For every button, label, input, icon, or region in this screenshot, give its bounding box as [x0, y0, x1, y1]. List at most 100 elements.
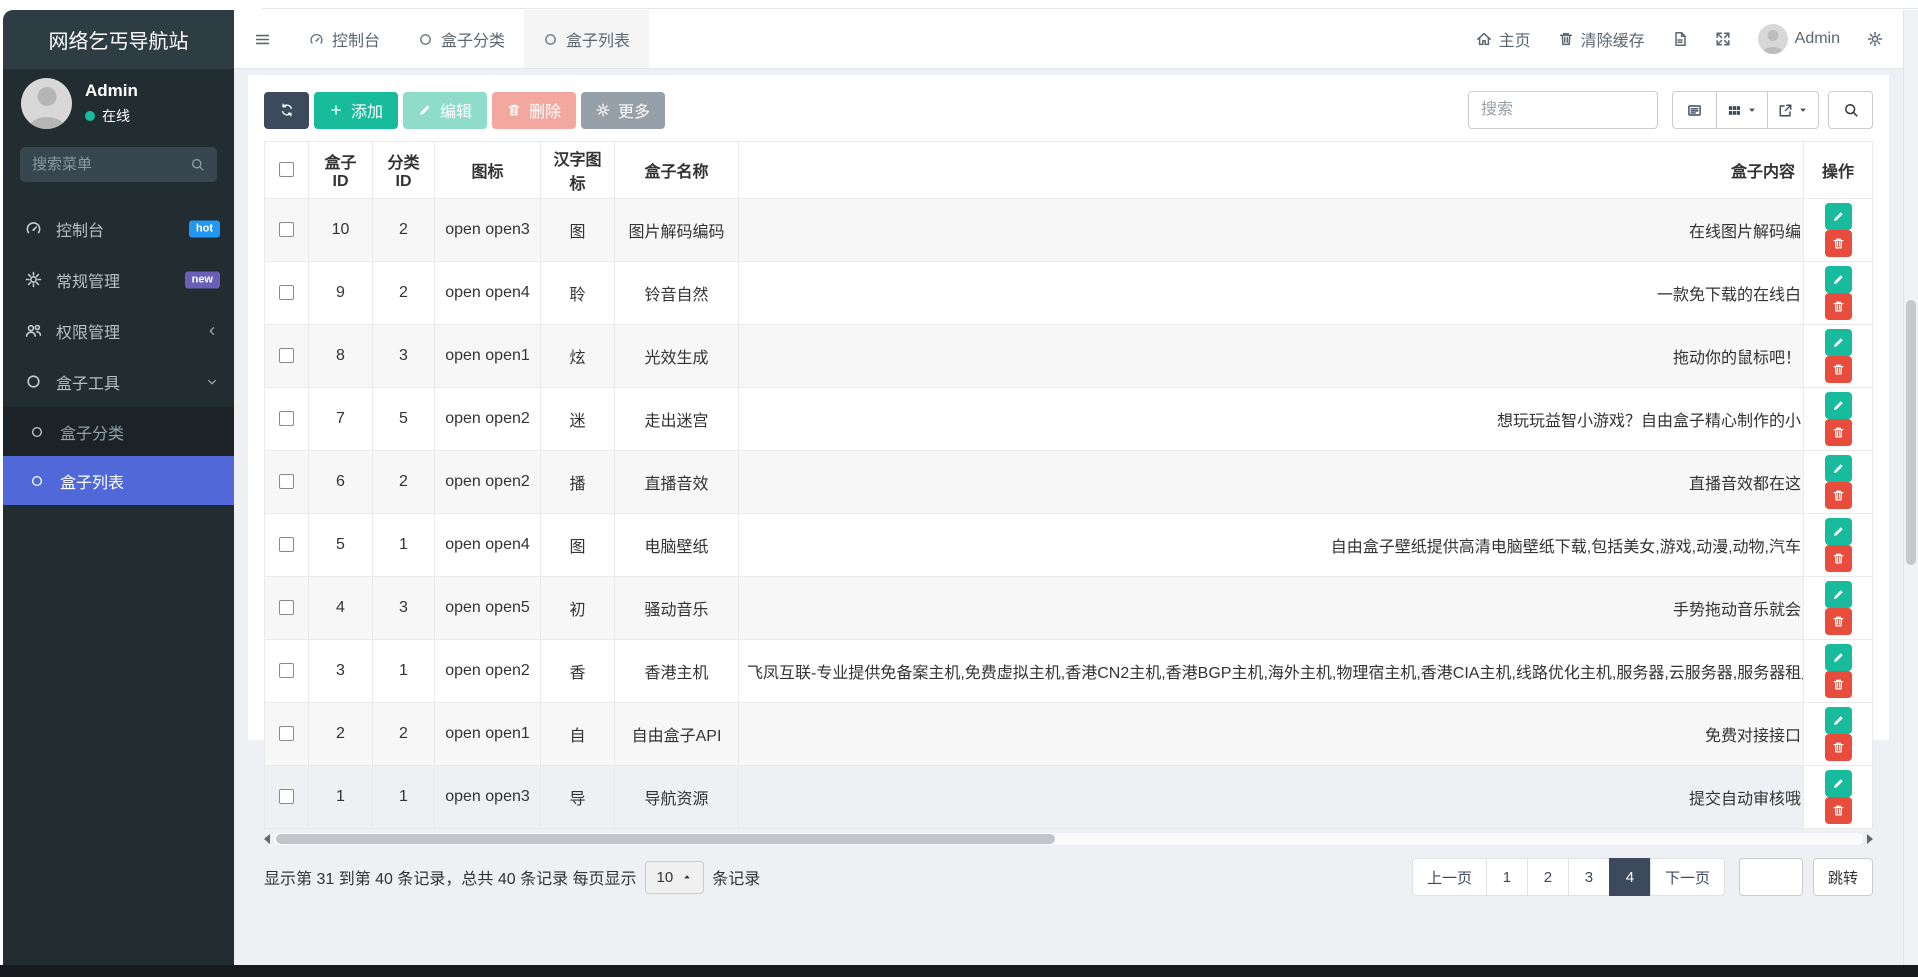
col-zh-icon[interactable]: 汉字图标	[541, 142, 615, 199]
table-search-input[interactable]	[1468, 91, 1658, 129]
next-page-button[interactable]: 下一页	[1650, 858, 1725, 896]
row-delete-button[interactable]	[1825, 797, 1852, 824]
scroll-left-arrow-icon[interactable]	[264, 834, 270, 844]
col-box-name[interactable]: 盒子名称	[615, 142, 739, 199]
home-label: 主页	[1499, 27, 1531, 51]
row-edit-button[interactable]	[1825, 329, 1852, 356]
browser-scrollbar[interactable]	[1903, 10, 1918, 965]
row-delete-button[interactable]	[1825, 230, 1852, 257]
add-button[interactable]: 添加	[314, 92, 398, 129]
sidebar-subitem-1[interactable]: 盒子列表	[3, 456, 234, 505]
row-checkbox[interactable]	[279, 348, 294, 363]
home-link[interactable]: 主页	[1476, 27, 1531, 51]
page-size-value: 10	[657, 869, 674, 886]
col-box-content[interactable]: 盒子内容	[739, 142, 1804, 199]
delete-button[interactable]: 删除	[492, 92, 576, 129]
cell-actions	[1804, 577, 1873, 640]
cell-category-id: 5	[373, 388, 435, 451]
page-button-2[interactable]: 2	[1527, 858, 1569, 896]
edit-button[interactable]: 编辑	[403, 92, 487, 129]
export-button[interactable]	[1767, 91, 1819, 129]
search-button[interactable]	[1828, 91, 1873, 129]
row-edit-button[interactable]	[1825, 203, 1852, 230]
tab-0[interactable]: 控制台	[290, 10, 399, 68]
row-edit-button[interactable]	[1825, 770, 1852, 797]
sidebar-item-3[interactable]: 盒子工具	[3, 356, 234, 407]
row-checkbox[interactable]	[279, 474, 294, 489]
clear-cache-link[interactable]: 清除缓存	[1558, 27, 1645, 51]
sidebar-search-input[interactable]	[32, 156, 190, 173]
prev-page-button[interactable]: 上一页	[1412, 858, 1487, 896]
browser-scrollbar-thumb[interactable]	[1906, 300, 1916, 565]
pagination-toggle-button[interactable]	[1672, 91, 1717, 129]
row-delete-button[interactable]	[1825, 482, 1852, 509]
col-icon[interactable]: 图标	[435, 142, 541, 199]
sidebar-subitem-0[interactable]: 盒子分类	[3, 407, 234, 456]
cell-box-name: 香港主机	[615, 640, 739, 703]
cell-actions	[1804, 199, 1873, 262]
row-delete-button[interactable]	[1825, 734, 1852, 761]
row-delete-button[interactable]	[1825, 356, 1852, 383]
sidebar-item-label: 盒子工具	[56, 370, 120, 394]
cell-box-name: 骚动音乐	[615, 577, 739, 640]
row-delete-button[interactable]	[1825, 608, 1852, 635]
row-edit-button[interactable]	[1825, 581, 1852, 608]
row-edit-button[interactable]	[1825, 707, 1852, 734]
cell-zh-icon: 迷	[541, 388, 615, 451]
sidebar-item-2[interactable]: 权限管理	[3, 305, 234, 356]
sidebar-item-0[interactable]: 控制台hot	[3, 203, 234, 254]
columns-button[interactable]	[1716, 91, 1768, 129]
page-button-3[interactable]: 3	[1568, 858, 1610, 896]
select-all-checkbox[interactable]	[279, 162, 294, 177]
row-checkbox[interactable]	[279, 789, 294, 804]
row-checkbox[interactable]	[279, 537, 294, 552]
sidebar-item-1[interactable]: 常规管理new	[3, 254, 234, 305]
col-category-id[interactable]: 分类ID	[373, 142, 435, 199]
row-edit-button[interactable]	[1825, 392, 1852, 419]
tab-2[interactable]: 盒子列表	[524, 10, 649, 68]
row-checkbox[interactable]	[279, 726, 294, 741]
caret-down-icon	[1798, 105, 1808, 115]
row-edit-button[interactable]	[1825, 644, 1852, 671]
settings-link[interactable]	[1867, 31, 1883, 47]
topbar: 控制台 盒子分类 盒子列表 主页 清除缓存	[234, 10, 1903, 69]
scrollbar-thumb[interactable]	[276, 834, 1055, 844]
row-edit-button[interactable]	[1825, 518, 1852, 545]
cell-actions	[1804, 388, 1873, 451]
scrollbar-track[interactable]	[274, 833, 1863, 845]
sidebar-submenu: 盒子分类 盒子列表	[3, 407, 234, 505]
row-edit-button[interactable]	[1825, 266, 1852, 293]
fullscreen-link[interactable]	[1715, 31, 1731, 47]
cell-icon: open open3	[435, 199, 541, 262]
cell-icon: open open4	[435, 262, 541, 325]
row-checkbox[interactable]	[279, 285, 294, 300]
col-box-id[interactable]: 盒子ID	[309, 142, 373, 199]
file-link[interactable]	[1672, 31, 1688, 47]
page-button-1[interactable]: 1	[1486, 858, 1528, 896]
refresh-button[interactable]	[264, 92, 309, 129]
caret-up-icon	[682, 872, 692, 882]
menu-badge: hot	[189, 220, 220, 237]
row-delete-button[interactable]	[1825, 419, 1852, 446]
row-delete-button[interactable]	[1825, 293, 1852, 320]
row-checkbox[interactable]	[279, 222, 294, 237]
pencil-icon	[418, 103, 432, 117]
menu-toggle-icon[interactable]	[234, 10, 290, 68]
tab-1[interactable]: 盒子分类	[399, 10, 524, 68]
row-checkbox[interactable]	[279, 411, 294, 426]
row-checkbox[interactable]	[279, 663, 294, 678]
jump-page-input[interactable]	[1739, 858, 1803, 896]
row-delete-button[interactable]	[1825, 545, 1852, 572]
row-checkbox[interactable]	[279, 600, 294, 615]
scroll-right-arrow-icon[interactable]	[1867, 834, 1873, 844]
row-edit-button[interactable]	[1825, 455, 1852, 482]
chevron-left-icon	[205, 324, 219, 338]
user-menu[interactable]: Admin	[1758, 24, 1840, 54]
more-button[interactable]: 更多	[581, 92, 665, 129]
jump-button[interactable]: 跳转	[1813, 858, 1873, 896]
user-name: Admin	[85, 81, 138, 101]
page-size-select[interactable]: 10	[645, 861, 705, 894]
cell-actions	[1804, 325, 1873, 388]
row-delete-button[interactable]	[1825, 671, 1852, 698]
page-button-4[interactable]: 4	[1609, 858, 1651, 896]
